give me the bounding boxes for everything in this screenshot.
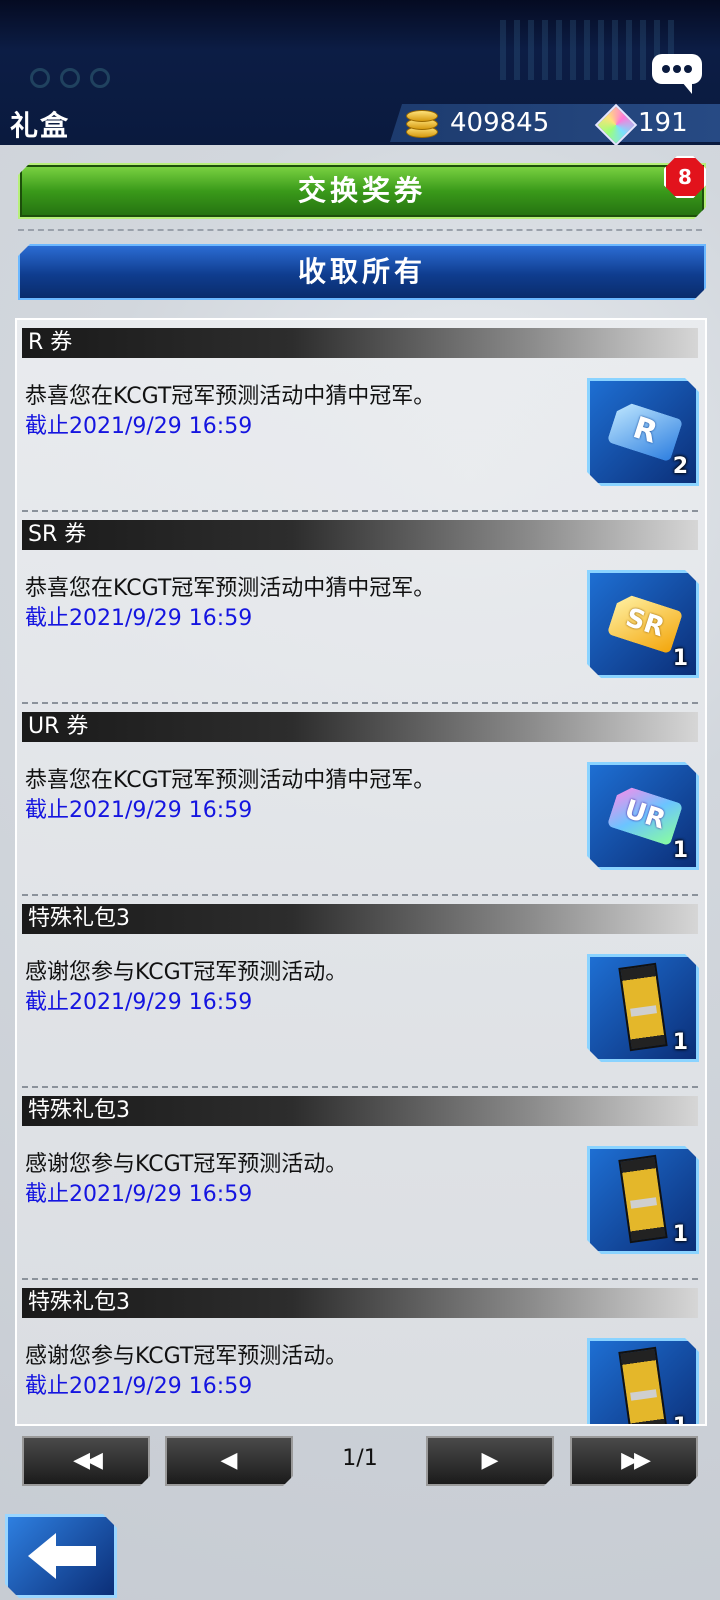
pack-graphic [618,1347,667,1426]
item-description: 感谢您参与KCGT冠军预测活动。 [25,1152,348,1177]
divider [18,229,702,231]
item-title: 特殊礼包3 [22,1288,698,1318]
item-quantity: 1 [672,1222,688,1247]
collect-all-button[interactable]: 收取所有 [18,244,706,300]
page-title: 礼盒 [10,109,71,142]
chat-bubble-icon[interactable] [652,54,702,94]
back-button[interactable] [5,1514,117,1598]
pack-graphic [618,963,667,1051]
item-deadline: 截止2021/9/29 16:59 [25,990,253,1015]
item-description: 感谢您参与KCGT冠军预测活动。 [25,1344,348,1369]
item-deadline: 截止2021/9/29 16:59 [25,1182,253,1207]
item-title: 特殊礼包3 [22,904,698,934]
ur-ticket-icon[interactable]: UR 1 [587,762,699,870]
item-description: 感谢您参与KCGT冠军预测活动。 [25,960,348,985]
item-title: UR 券 [22,712,698,742]
ticket-rarity-label: SR [607,592,683,654]
page-indicator: 1/1 [342,1446,378,1471]
list-item[interactable]: 特殊礼包3 感谢您参与KCGT冠军预测活动。 截止2021/9/29 16:59… [17,896,705,1088]
prev-page-button[interactable]: ◀ [165,1436,293,1486]
pack-graphic [618,1155,667,1243]
gift-list[interactable]: R 券 恭喜您在KCGT冠军预测活动中猜中冠军。 截止2021/9/29 16:… [15,318,707,1426]
item-title: SR 券 [22,520,698,550]
back-arrow-icon [26,1531,98,1581]
gem-count: 191 [638,108,688,138]
coin-count: 409845 [450,108,550,138]
last-page-button[interactable]: ▶▶ [570,1436,698,1486]
item-quantity: 1 [672,646,688,671]
ticket-rarity-label: UR [607,784,683,846]
item-quantity: 1 [672,1030,688,1055]
item-deadline: 截止2021/9/29 16:59 [25,606,253,631]
first-page-button[interactable]: ◀◀ [22,1436,150,1486]
item-deadline: 截止2021/9/29 16:59 [25,798,253,823]
item-quantity: 1 [673,1414,688,1426]
list-item[interactable]: UR 券 恭喜您在KCGT冠军预测活动中猜中冠军。 截止2021/9/29 16… [17,704,705,896]
next-page-button[interactable]: ▶ [426,1436,554,1486]
list-item[interactable]: SR 券 恭喜您在KCGT冠军预测活动中猜中冠军。 截止2021/9/29 16… [17,512,705,704]
item-deadline: 截止2021/9/29 16:59 [25,1374,253,1399]
card-pack-icon[interactable]: 1 [587,1146,699,1254]
r-ticket-icon[interactable]: R 2 [587,378,699,486]
item-quantity: 2 [672,454,688,479]
list-item[interactable]: 特殊礼包3 感谢您参与KCGT冠军预测活动。 截止2021/9/29 16:59… [17,1088,705,1280]
item-title: 特殊礼包3 [22,1096,698,1126]
ticket-rarity-label: R [607,400,683,462]
card-pack-icon[interactable]: 1 [587,1338,699,1426]
item-description: 恭喜您在KCGT冠军预测活动中猜中冠军。 [25,768,436,793]
item-quantity: 1 [672,838,688,863]
sr-ticket-icon[interactable]: SR 1 [587,570,699,678]
exchange-tickets-button[interactable]: 交换奖券 [18,163,706,219]
list-item[interactable]: 特殊礼包3 感谢您参与KCGT冠军预测活动。 截止2021/9/29 16:59… [17,1280,705,1426]
list-item[interactable]: R 券 恭喜您在KCGT冠军预测活动中猜中冠军。 截止2021/9/29 16:… [17,320,705,512]
coin-icon [406,106,440,138]
item-deadline: 截止2021/9/29 16:59 [25,414,253,439]
item-description: 恭喜您在KCGT冠军预测活动中猜中冠军。 [25,384,436,409]
header-decoration [30,60,150,90]
card-pack-icon[interactable]: 1 [587,954,699,1062]
item-description: 恭喜您在KCGT冠军预测活动中猜中冠军。 [25,576,436,601]
item-title: R 券 [22,328,698,358]
